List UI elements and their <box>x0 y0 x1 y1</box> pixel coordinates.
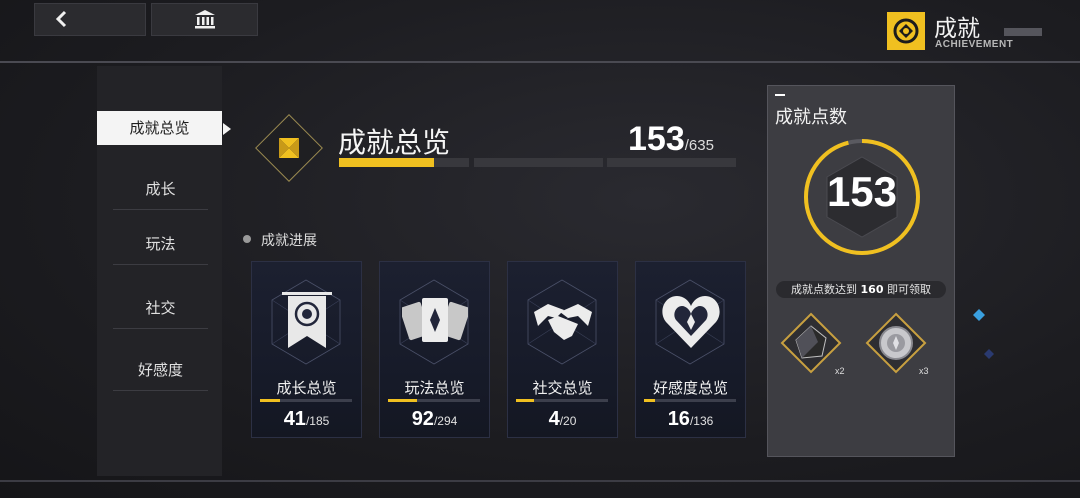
card-progress-bar <box>516 399 608 402</box>
section-label: 成就进展 <box>261 233 317 249</box>
page-title: 成就 <box>934 16 980 42</box>
sidebar-item-affection[interactable]: 好感度 <box>113 350 208 391</box>
card-total: /185 <box>305 414 330 428</box>
sidebar-item-overview[interactable]: 成就总览 <box>97 111 231 145</box>
decor-diamond-icon <box>973 309 985 321</box>
card-label: 成长总览 <box>276 379 337 397</box>
overview-total: /635 <box>684 137 714 154</box>
overview-progress-segment-3 <box>607 158 736 167</box>
reward-item-silver-coin[interactable]: x3 <box>865 312 929 376</box>
banner-icon <box>282 292 332 348</box>
card-total: /294 <box>433 414 458 428</box>
card-progress-bar <box>260 399 352 402</box>
overview-count: 153/635 <box>628 120 714 158</box>
panel-mark <box>775 94 785 96</box>
card-count: 4/20 <box>548 408 577 430</box>
card-total: /136 <box>689 414 714 428</box>
points-panel-title: 成就点数 <box>775 107 847 128</box>
footer-divider <box>0 480 1080 482</box>
points-value: 153 <box>826 168 898 215</box>
card-count: 92/294 <box>411 408 458 430</box>
home-building-icon <box>195 10 215 29</box>
header-divider <box>0 61 1080 63</box>
card-progress-fill <box>516 399 535 402</box>
sidebar-item-social[interactable]: 社交 <box>113 288 208 329</box>
card-progress-fill <box>388 399 417 402</box>
card-label: 玩法总览 <box>404 379 465 397</box>
heart-icon <box>662 296 720 348</box>
overview-progress-segment-2 <box>474 158 603 167</box>
overview-title: 成就总览 <box>338 126 451 159</box>
back-arrow-icon <box>55 10 67 28</box>
card-progress-fill <box>644 399 656 402</box>
card-affection[interactable]: 好感度总览 16/136 <box>635 261 746 438</box>
card-growth[interactable]: 成长总览 41/185 <box>251 261 362 438</box>
sidebar-item-growth[interactable]: 成长 <box>113 169 208 210</box>
card-social[interactable]: 社交总览 4/20 <box>507 261 618 438</box>
overview-progress-fill <box>339 158 434 167</box>
card-progress-bar <box>644 399 736 402</box>
decor-diamond-icon <box>984 349 994 359</box>
sidebar-item-gameplay[interactable]: 玩法 <box>113 224 208 265</box>
card-count: 16/136 <box>667 408 714 430</box>
card-label: 社交总览 <box>532 379 593 397</box>
handshake-icon <box>534 304 592 340</box>
section-bullet <box>243 235 251 243</box>
card-label: 好感度总览 <box>652 379 728 397</box>
title-decor-bar <box>1004 28 1042 36</box>
card-gameplay[interactable]: 玩法总览 92/294 <box>379 261 490 438</box>
reward-qty: x2 <box>835 366 845 376</box>
card-total: /20 <box>559 414 577 428</box>
reward-item-crystal[interactable]: x2 <box>780 312 845 376</box>
page-subtitle: ACHIEVEMENT <box>935 39 1014 50</box>
reward-qty: x3 <box>919 366 929 376</box>
card-count: 41/185 <box>283 408 330 430</box>
overview-emblem-icon <box>255 114 323 182</box>
achievement-icon <box>887 12 925 50</box>
reward-hint: 成就点数达到 160 即可领取 <box>776 281 946 298</box>
back-button[interactable] <box>34 3 146 36</box>
home-button[interactable] <box>151 3 258 36</box>
card-progress-bar <box>388 399 480 402</box>
card-progress-fill <box>260 399 281 402</box>
sidebar: 成就总览 成长 玩法 社交 好感度 <box>97 66 231 476</box>
cards-icon <box>402 298 468 342</box>
